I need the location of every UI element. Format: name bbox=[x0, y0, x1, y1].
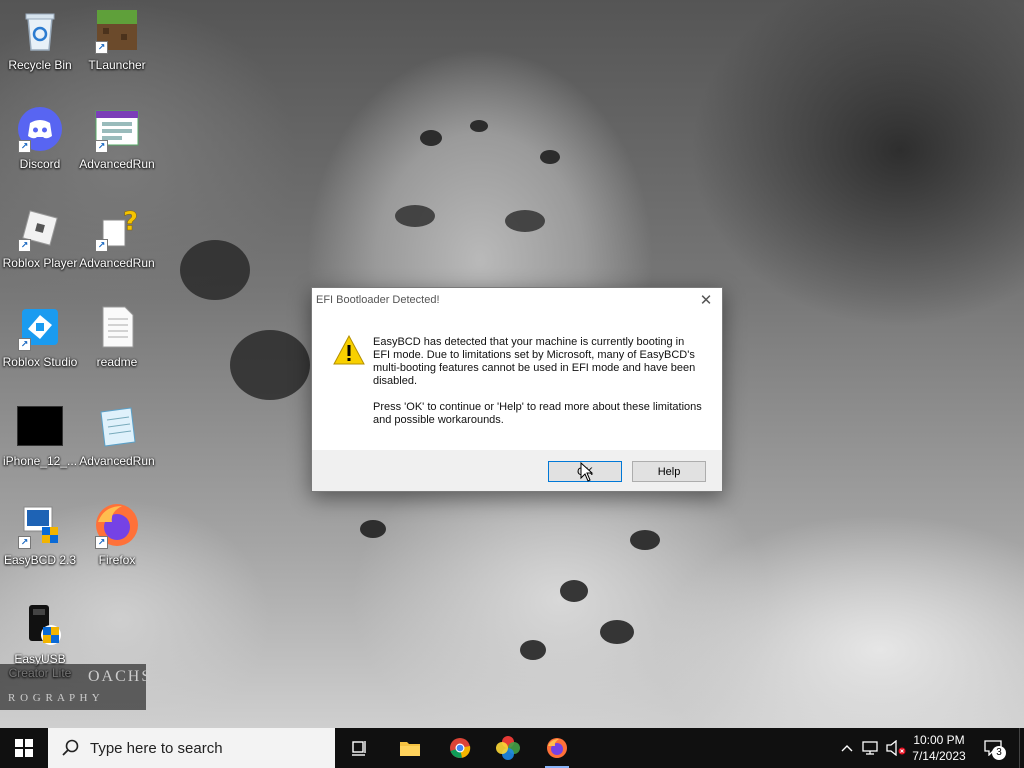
notepad-icon bbox=[93, 402, 141, 450]
desktop-icon-iphone-image[interactable]: iPhone_12_... bbox=[0, 396, 80, 488]
easyusb-icon bbox=[16, 600, 64, 648]
shortcut-arrow-icon: ↗ bbox=[95, 239, 108, 252]
search-placeholder: Type here to search bbox=[90, 739, 223, 757]
mouse-cursor-icon bbox=[580, 461, 594, 487]
desktop-icon-tlauncher[interactable]: ↗ TLauncher bbox=[77, 0, 157, 92]
shortcut-arrow-icon: ↗ bbox=[95, 140, 108, 153]
desktop-icon-label: readme bbox=[96, 355, 138, 369]
desktop-icon-easybcd[interactable]: ↗ EasyBCD 2.3 bbox=[0, 495, 80, 587]
desktop-icon-advancedrun[interactable]: ↗ AdvancedRun bbox=[77, 99, 157, 191]
dialog-title: EFI Bootloader Detected! bbox=[316, 294, 440, 306]
roblox-studio-icon: ↗ bbox=[16, 303, 64, 351]
recycle-bin-icon bbox=[16, 6, 64, 54]
desktop-icon-label: EasyBCD 2.3 bbox=[3, 553, 77, 567]
show-desktop-button[interactable] bbox=[1019, 728, 1024, 768]
desktop-icon-label: AdvancedRun bbox=[79, 256, 155, 270]
dialog-content: EasyBCD has detected that your machine i… bbox=[312, 312, 722, 448]
shortcut-arrow-icon: ↗ bbox=[18, 140, 31, 153]
color-app-button[interactable] bbox=[488, 728, 528, 768]
desktop-icon-firefox[interactable]: ↗ Firefox bbox=[77, 495, 157, 587]
volume-muted-icon bbox=[886, 740, 906, 756]
show-hidden-icons-button[interactable] bbox=[838, 728, 856, 768]
svg-text:?: ? bbox=[123, 207, 138, 237]
desktop-icon-label: Recycle Bin bbox=[8, 58, 72, 72]
close-icon[interactable]: ✕ bbox=[694, 291, 718, 309]
black-image-icon bbox=[16, 402, 64, 450]
file-explorer-icon bbox=[400, 742, 420, 756]
desktop-icon-label: TLauncher bbox=[88, 58, 146, 72]
search-icon bbox=[62, 739, 79, 756]
desktop-icon-label: Roblox Player bbox=[2, 256, 78, 270]
shortcut-arrow-icon: ↗ bbox=[95, 536, 108, 549]
advancedrun-help-icon: ? ↗ bbox=[93, 204, 141, 252]
clock-time: 10:00 PM bbox=[913, 733, 965, 747]
taskbar: Type here to search 10:00 PM 7/14/2023 3 bbox=[0, 728, 1024, 768]
task-view-button[interactable] bbox=[340, 728, 380, 768]
easybcd-icon: ↗ bbox=[16, 501, 64, 549]
windows-logo-icon bbox=[15, 739, 33, 757]
start-button[interactable] bbox=[0, 728, 48, 768]
desktop-icon-label: AdvancedRun bbox=[79, 454, 155, 468]
network-icon bbox=[862, 741, 878, 755]
desktop-icon-advancedrun-notepad[interactable]: AdvancedRun bbox=[77, 396, 157, 488]
dialog-message-p2: Press 'OK' to continue or 'Help' to read… bbox=[373, 401, 702, 426]
network-button[interactable] bbox=[860, 728, 882, 768]
dialog-titlebar[interactable]: EFI Bootloader Detected! ✕ bbox=[312, 288, 722, 312]
taskbar-search-box[interactable]: Type here to search bbox=[48, 728, 335, 768]
desktop-icon-label: AdvancedRun bbox=[79, 157, 155, 171]
firefox-taskbar-button[interactable] bbox=[537, 728, 577, 768]
chrome-icon bbox=[450, 738, 471, 758]
notification-count-badge: 3 bbox=[992, 746, 1006, 760]
desktop-icon-label: Firefox bbox=[98, 553, 136, 567]
notification-center-button[interactable]: 3 bbox=[978, 728, 1008, 768]
dialog-message: EasyBCD has detected that your machine i… bbox=[373, 336, 703, 440]
color-app-icon bbox=[496, 736, 520, 760]
desktop-icon-roblox-player[interactable]: ↗ Roblox Player bbox=[0, 198, 80, 290]
advancedrun-icon: ↗ bbox=[93, 105, 141, 153]
desktop-wallpaper: Recycle Bin ↗ TLauncher ↗ Discord ↗ Adva… bbox=[0, 0, 1024, 728]
roblox-player-icon: ↗ bbox=[16, 204, 64, 252]
desktop-icon-advancedrun-help[interactable]: ? ↗ AdvancedRun bbox=[77, 198, 157, 290]
desktop-icon-discord[interactable]: ↗ Discord bbox=[0, 99, 80, 191]
desktop-icon-label: Discord bbox=[19, 157, 61, 171]
help-button[interactable]: Help bbox=[632, 461, 706, 482]
text-file-icon bbox=[93, 303, 141, 351]
firefox-icon: ↗ bbox=[93, 501, 141, 549]
shortcut-arrow-icon: ↗ bbox=[18, 239, 31, 252]
desktop-icon-readme[interactable]: readme bbox=[77, 297, 157, 389]
dialog-message-p1: EasyBCD has detected that your machine i… bbox=[373, 336, 696, 387]
desktop-icon-label: Roblox Studio bbox=[2, 355, 78, 369]
efi-bootloader-dialog: EFI Bootloader Detected! ✕ EasyBCD has d… bbox=[311, 287, 723, 492]
dialog-button-bar: OK Help bbox=[312, 450, 722, 491]
discord-icon: ↗ bbox=[16, 105, 64, 153]
clock-date: 7/14/2023 bbox=[912, 749, 966, 763]
desktop-icon-label: iPhone_12_... bbox=[2, 454, 78, 468]
task-view-icon bbox=[352, 741, 366, 756]
chevron-up-icon bbox=[841, 745, 853, 752]
watermark-line2: R O G R A P H Y bbox=[8, 692, 101, 704]
wallpaper-watermark: OACHS R O G R A P H Y bbox=[0, 664, 150, 710]
watermark-line1: OACHS bbox=[88, 668, 153, 685]
shortcut-arrow-icon: ↗ bbox=[18, 338, 31, 351]
volume-button[interactable] bbox=[884, 728, 908, 768]
chrome-button[interactable] bbox=[440, 728, 480, 768]
tlauncher-icon: ↗ bbox=[93, 6, 141, 54]
desktop-icon-roblox-studio[interactable]: ↗ Roblox Studio bbox=[0, 297, 80, 389]
shortcut-arrow-icon: ↗ bbox=[95, 41, 108, 54]
file-explorer-button[interactable] bbox=[390, 728, 430, 768]
warning-icon bbox=[333, 334, 365, 370]
desktop-icon-recycle-bin[interactable]: Recycle Bin bbox=[0, 0, 80, 92]
firefox-icon bbox=[547, 738, 567, 758]
clock[interactable]: 10:00 PM 7/14/2023 bbox=[908, 728, 970, 768]
shortcut-arrow-icon: ↗ bbox=[18, 536, 31, 549]
